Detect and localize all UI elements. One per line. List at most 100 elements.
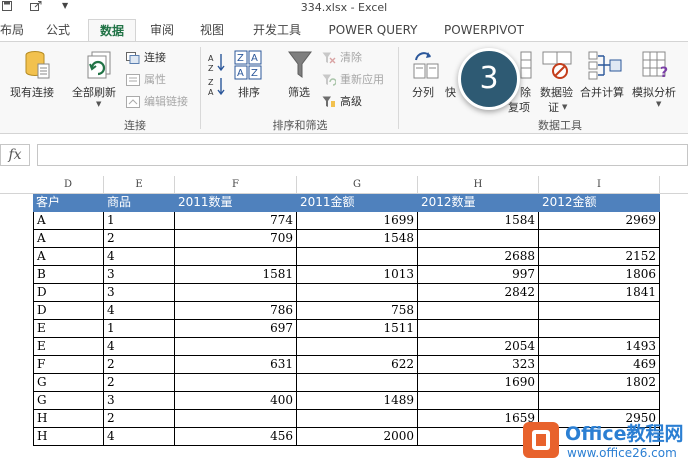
column-header-f[interactable]: F	[175, 176, 297, 194]
column-header-e[interactable]: E	[104, 176, 175, 194]
table-cell[interactable]	[175, 248, 297, 266]
table-cell[interactable]: 2	[104, 374, 175, 392]
table-cell[interactable]	[175, 284, 297, 302]
table-cell[interactable]	[418, 428, 539, 446]
table-cell[interactable]: 1690	[418, 374, 539, 392]
table-cell[interactable]: 1	[104, 212, 175, 230]
table-cell[interactable]: 469	[539, 356, 660, 374]
table-cell[interactable]	[297, 374, 418, 392]
table-cell[interactable]: 1659	[418, 410, 539, 428]
consolidate-button[interactable]: 合并计算	[580, 84, 624, 100]
table-cell[interactable]: E	[33, 320, 104, 338]
filter-button[interactable]: 筛选	[288, 84, 310, 100]
table-cell[interactable]: 2842	[418, 284, 539, 302]
reapply-button[interactable]: 重新应用	[340, 71, 384, 87]
existing-connections-icon[interactable]	[24, 50, 50, 84]
table-cell[interactable]: 1548	[297, 230, 418, 248]
text-to-columns-icon[interactable]	[412, 50, 440, 84]
remove-duplicates-button[interactable]: 除	[520, 84, 531, 100]
refresh-all-button[interactable]: 全部刷新	[72, 84, 116, 100]
formula-input[interactable]	[37, 144, 688, 166]
table-cell[interactable]: 456	[175, 428, 297, 446]
tab-layout[interactable]: 布局	[0, 19, 24, 42]
text-to-columns-button[interactable]: 分列	[412, 84, 434, 100]
table-cell[interactable]: 400	[175, 392, 297, 410]
table-cell[interactable]: 4	[104, 302, 175, 320]
column-header-i[interactable]: I	[539, 176, 660, 194]
tab-power-query[interactable]: POWER QUERY	[322, 19, 424, 42]
table-header-cell[interactable]: 2012数量	[418, 194, 539, 212]
table-cell[interactable]	[297, 284, 418, 302]
column-header-d[interactable]: D	[33, 176, 104, 194]
table-cell[interactable]: H	[33, 410, 104, 428]
table-cell[interactable]	[175, 374, 297, 392]
data-validation-button-line2[interactable]: 证	[548, 99, 559, 115]
table-cell[interactable]: 2152	[539, 248, 660, 266]
table-cell[interactable]: 1493	[539, 338, 660, 356]
table-cell[interactable]	[539, 302, 660, 320]
sort-icon[interactable]: Z A A Z	[234, 50, 262, 84]
clear-button[interactable]: 清除	[340, 49, 362, 65]
table-cell[interactable]: 2	[104, 410, 175, 428]
table-cell[interactable]: E	[33, 338, 104, 356]
table-cell[interactable]: 2000	[297, 428, 418, 446]
table-cell[interactable]: 3	[104, 284, 175, 302]
data-validation-button[interactable]: 数据验	[540, 84, 573, 100]
table-cell[interactable]: 997	[418, 266, 539, 284]
table-cell[interactable]: 1806	[539, 266, 660, 284]
what-if-analysis-button[interactable]: 模拟分析	[632, 84, 676, 100]
edit-links-button[interactable]: 编辑链接	[144, 93, 188, 109]
table-cell[interactable]: 1581	[175, 266, 297, 284]
table-cell[interactable]: 4	[104, 428, 175, 446]
table-cell[interactable]: 1841	[539, 284, 660, 302]
table-cell[interactable]: G	[33, 374, 104, 392]
table-cell[interactable]: 2969	[539, 212, 660, 230]
tab-review[interactable]: 审阅	[142, 19, 182, 42]
table-cell[interactable]: 631	[175, 356, 297, 374]
table-cell[interactable]: 3	[104, 392, 175, 410]
column-header-g[interactable]: G	[297, 176, 418, 194]
tab-powerpivot[interactable]: POWERPIVOT	[438, 19, 530, 42]
table-cell[interactable]: 622	[297, 356, 418, 374]
table-cell[interactable]	[539, 230, 660, 248]
table-cell[interactable]: D	[33, 284, 104, 302]
filter-icon[interactable]	[288, 50, 312, 84]
table-cell[interactable]: 2	[104, 230, 175, 248]
table-cell[interactable]: 1013	[297, 266, 418, 284]
data-validation-icon[interactable]	[542, 50, 572, 84]
table-cell[interactable]: 2	[104, 356, 175, 374]
table-cell[interactable]: 1584	[418, 212, 539, 230]
table-cell[interactable]: 4	[104, 338, 175, 356]
what-if-dropdown-icon[interactable]: ▼	[656, 100, 661, 108]
table-cell[interactable]	[539, 320, 660, 338]
table-cell[interactable]: 786	[175, 302, 297, 320]
table-cell[interactable]: 709	[175, 230, 297, 248]
table-cell[interactable]: A	[33, 212, 104, 230]
remove-duplicates-icon[interactable]	[520, 50, 532, 84]
data-validation-dropdown-icon[interactable]: ▼	[562, 103, 567, 111]
table-cell[interactable]	[418, 392, 539, 410]
table-cell[interactable]	[175, 338, 297, 356]
refresh-all-dropdown-icon[interactable]: ▼	[96, 100, 101, 108]
table-cell[interactable]: D	[33, 302, 104, 320]
insert-function-button[interactable]: fx	[0, 144, 30, 166]
what-if-analysis-icon[interactable]: ?	[642, 50, 672, 84]
table-cell[interactable]	[175, 410, 297, 428]
table-header-cell[interactable]: 2011金额	[297, 194, 418, 212]
table-cell[interactable]: 4	[104, 248, 175, 266]
table-cell[interactable]: 2054	[418, 338, 539, 356]
table-cell[interactable]: 697	[175, 320, 297, 338]
sort-ascending-icon[interactable]: AZ	[208, 52, 226, 76]
table-cell[interactable]: 1	[104, 320, 175, 338]
table-cell[interactable]: A	[33, 248, 104, 266]
connections-button[interactable]: 连接	[144, 49, 166, 65]
table-cell[interactable]	[418, 302, 539, 320]
properties-button[interactable]: 属性	[144, 71, 166, 87]
tab-developer[interactable]: 开发工具	[246, 19, 308, 42]
table-cell[interactable]: 774	[175, 212, 297, 230]
table-cell[interactable]: 1511	[297, 320, 418, 338]
sort-descending-icon[interactable]: ZA	[208, 76, 226, 100]
tab-formulas[interactable]: 公式	[38, 19, 78, 42]
table-cell[interactable]: G	[33, 392, 104, 410]
table-cell[interactable]: 1489	[297, 392, 418, 410]
